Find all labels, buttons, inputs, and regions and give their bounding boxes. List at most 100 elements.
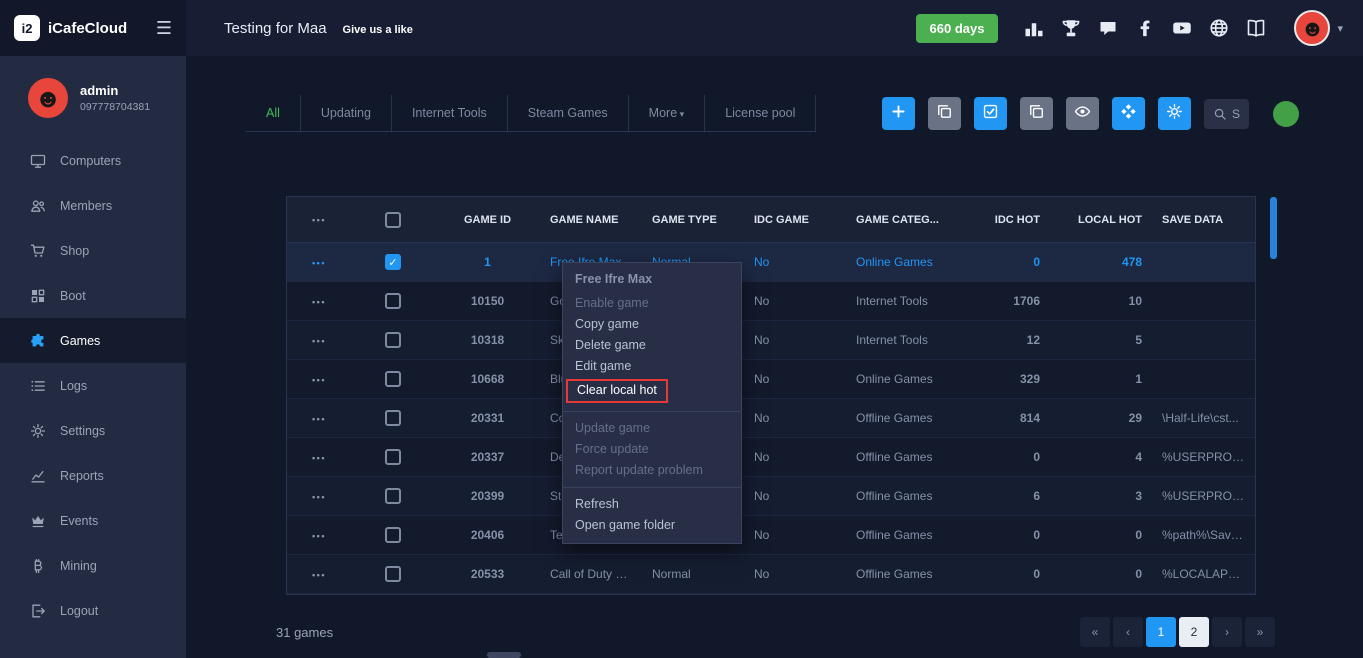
game-category-cell: Offline Games — [846, 567, 981, 581]
column-header-game-categ: GAME CATEG... — [846, 214, 981, 226]
menu-item-edit-game[interactable]: Edit game — [563, 356, 741, 377]
row-menu-icon[interactable]: ••• — [312, 414, 326, 424]
page-button-1[interactable]: ‹ — [1113, 617, 1143, 647]
tab-license-pool[interactable]: License pool — [705, 95, 816, 131]
select-all-checkbox[interactable] — [385, 212, 401, 228]
sidebar-item-shop[interactable]: Shop — [0, 228, 186, 273]
globe-icon[interactable] — [1209, 18, 1229, 38]
add-game-button[interactable] — [882, 97, 915, 130]
book-icon[interactable] — [1246, 18, 1266, 38]
tab-all[interactable]: All — [246, 95, 301, 131]
sidebar-item-label: Shop — [60, 244, 89, 258]
page-button-0[interactable]: « — [1080, 617, 1110, 647]
column-header-game-name: GAME NAME — [540, 214, 642, 226]
user-avatar-topbar[interactable]: ☻ — [1294, 10, 1330, 46]
sidebar-item-reports[interactable]: Reports — [0, 453, 186, 498]
row-checkbox[interactable] — [385, 410, 401, 426]
subscription-days-badge[interactable]: 660 days — [916, 14, 999, 43]
copy-game-button[interactable] — [928, 97, 961, 130]
chevron-down-icon[interactable]: ▾ — [1337, 22, 1343, 35]
table-row[interactable]: •••✓1Free Ifre MaxNormalNoOnline Games04… — [287, 243, 1255, 282]
pagination: «‹12›» — [1080, 617, 1275, 647]
table-row[interactable]: •••10668BluNoOnline Games3291 — [287, 360, 1255, 399]
row-checkbox[interactable] — [385, 488, 401, 504]
manage-categories-button[interactable] — [1112, 97, 1145, 130]
batch-select-button[interactable] — [974, 97, 1007, 130]
table-row[interactable]: •••20533Call of Duty 5 ...NormalNoOfflin… — [287, 555, 1255, 594]
sidebar-item-boot[interactable]: Boot — [0, 273, 186, 318]
page-button-3[interactable]: 2 — [1179, 617, 1209, 647]
sidebar-item-settings[interactable]: Settings — [0, 408, 186, 453]
menu-item-open-game-folder[interactable]: Open game folder — [563, 515, 741, 536]
row-checkbox[interactable] — [385, 293, 401, 309]
sidebar-item-events[interactable]: Events — [0, 498, 186, 543]
menu-item-delete-game[interactable]: Delete game — [563, 335, 741, 356]
menu-separator — [563, 487, 741, 488]
scrollbar-thumb[interactable] — [1270, 197, 1277, 259]
sidebar-item-logs[interactable]: Logs — [0, 363, 186, 408]
row-menu-icon[interactable]: ••• — [312, 492, 326, 502]
game-category-cell: Internet Tools — [846, 294, 981, 308]
tab-more[interactable]: More ▾ — [629, 95, 706, 131]
table-scrollbar[interactable] — [1270, 196, 1277, 592]
table-row[interactable]: •••20399StrNoOffline Games63%USERPROFILE… — [287, 477, 1255, 516]
facebook-icon[interactable] — [1135, 18, 1155, 38]
page-button-4[interactable]: › — [1212, 617, 1242, 647]
row-checkbox[interactable] — [385, 449, 401, 465]
menu-item-clear-local-hot[interactable]: Clear local hot — [563, 377, 741, 405]
row-checkbox[interactable] — [385, 371, 401, 387]
plus-icon — [890, 103, 907, 125]
row-menu-icon[interactable]: ••• — [312, 531, 326, 541]
give-us-a-like-link[interactable]: Give us a like — [343, 24, 413, 36]
row-checkbox[interactable] — [385, 527, 401, 543]
row-checkbox[interactable] — [385, 332, 401, 348]
table-row[interactable]: •••10318SkyNoInternet Tools125 — [287, 321, 1255, 360]
sidebar-item-mining[interactable]: Mining — [0, 543, 186, 588]
idc-hot-cell: 12 — [981, 333, 1050, 347]
row-actions-cell: ••• — [287, 567, 351, 581]
language-button[interactable] — [1273, 101, 1299, 127]
visibility-button[interactable] — [1066, 97, 1099, 130]
game-id-cell: 20406 — [435, 528, 540, 542]
table-row[interactable]: •••10150GoNoInternet Tools170610 — [287, 282, 1255, 321]
user-avatar[interactable]: ☻ — [28, 78, 68, 118]
brand-name: iCafeCloud — [48, 20, 148, 37]
tab-steam-games[interactable]: Steam Games — [508, 95, 629, 131]
game-tools-button[interactable] — [1158, 97, 1191, 130]
menu-item-copy-game[interactable]: Copy game — [563, 314, 741, 335]
hamburger-menu-icon[interactable]: ☰ — [156, 18, 172, 39]
horizontal-scrollbar-thumb[interactable] — [487, 652, 521, 658]
game-category-cell: Offline Games — [846, 528, 981, 542]
table-row[interactable]: •••20331CoNoOffline Games81429\Half-Life… — [287, 399, 1255, 438]
row-select-cell — [351, 449, 435, 465]
table-row[interactable]: •••20406Teenage Mut...NormalNoOffline Ga… — [287, 516, 1255, 555]
row-menu-icon[interactable]: ••• — [312, 258, 326, 268]
youtube-icon[interactable] — [1172, 18, 1192, 38]
sidebar-item-logout[interactable]: Logout — [0, 588, 186, 633]
table-row[interactable]: •••20337DeNoOffline Games04%USERPROFILE.… — [287, 438, 1255, 477]
search-input[interactable]: S — [1204, 99, 1249, 129]
discord-icon[interactable] — [1098, 18, 1118, 38]
sidebar-item-games[interactable]: Games — [0, 318, 186, 363]
sidebar-nav: ComputersMembers Shop BootGamesLogsSetting… — [0, 138, 186, 633]
page-button-5[interactable]: » — [1245, 617, 1275, 647]
trophy-icon[interactable] — [1061, 18, 1081, 38]
diamonds-icon — [1120, 103, 1137, 125]
tab-updating[interactable]: Updating — [301, 95, 392, 131]
row-menu-icon[interactable]: ••• — [312, 570, 326, 580]
row-checkbox[interactable]: ✓ — [385, 254, 401, 270]
header-actions-icon[interactable]: ••• — [312, 215, 326, 225]
tab-internet-tools[interactable]: Internet Tools — [392, 95, 508, 131]
row-checkbox[interactable] — [385, 566, 401, 582]
sidebar-item-members[interactable]: Members — [0, 183, 186, 228]
sidebar-item-computers[interactable]: Computers — [0, 138, 186, 183]
ranking-icon[interactable] — [1024, 18, 1044, 38]
menu-item-refresh[interactable]: Refresh — [563, 494, 741, 515]
row-menu-icon[interactable]: ••• — [312, 453, 326, 463]
row-menu-icon[interactable]: ••• — [312, 297, 326, 307]
row-actions-cell: ••• — [287, 411, 351, 425]
clone-game-button[interactable] — [1020, 97, 1053, 130]
row-menu-icon[interactable]: ••• — [312, 336, 326, 346]
row-menu-icon[interactable]: ••• — [312, 375, 326, 385]
page-button-2[interactable]: 1 — [1146, 617, 1176, 647]
